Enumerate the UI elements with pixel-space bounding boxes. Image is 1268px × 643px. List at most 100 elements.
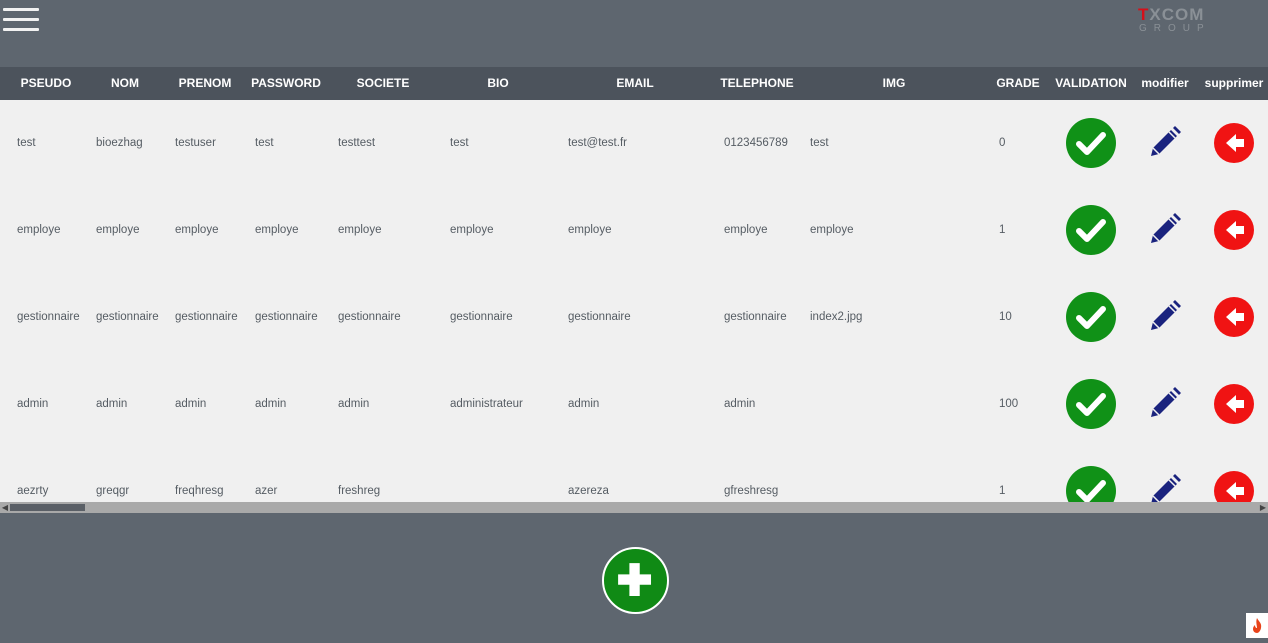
cell-password: test [255,137,274,149]
column-header-supprimer: supprimer [1204,76,1264,90]
edit-button[interactable] [1147,124,1183,160]
cell-societe: employe [338,224,382,236]
table-body: test bioezhag testuser test testtest tes… [0,100,1268,502]
edit-button[interactable] [1147,472,1183,502]
cell-telephone: gfreshresg [724,485,779,497]
cell-bio: administrateur [450,398,523,410]
cell-bio: gestionnaire [450,311,513,323]
validate-button[interactable] [1066,292,1116,342]
cell-grade: 1 [999,224,1006,236]
check-icon [1076,306,1106,329]
column-header-bio: BIO [487,76,509,90]
column-header-nom: NOM [111,76,139,90]
pencil-icon [1151,300,1181,330]
column-header-prenom: PRENOM [178,76,232,90]
cell-password: employe [255,224,299,236]
logo-letter-x: X [1149,5,1162,24]
pencil-icon [1151,126,1181,156]
scrollbar-thumb[interactable] [10,504,85,511]
column-header-password: PASSWORD [251,76,321,90]
check-icon [1076,480,1106,502]
delete-button[interactable] [1214,123,1254,163]
table-row: test bioezhag testuser test testtest tes… [0,100,1268,187]
cell-pseudo: aezrty [17,485,49,497]
add-user-button[interactable] [602,547,669,614]
cell-nom: admin [96,398,128,410]
delete-button[interactable] [1214,210,1254,250]
logo-letters-com: COM [1161,5,1205,24]
validate-button[interactable] [1066,466,1116,502]
company-logo: TXCOM GROUP [1136,5,1228,37]
top-bar: TXCOM GROUP [0,0,1268,67]
validate-button[interactable] [1066,379,1116,429]
check-icon [1076,219,1106,242]
flame-icon[interactable] [1246,613,1268,638]
cell-prenom: gestionnaire [175,311,238,323]
cell-prenom: admin [175,398,207,410]
cell-grade: 0 [999,137,1006,149]
cell-prenom: testuser [175,137,216,149]
logo-letter-t: T [1138,5,1150,24]
check-icon [1076,393,1106,416]
cell-email: azereza [568,485,609,497]
pencil-icon [1151,387,1181,417]
arrow-left-icon [1226,134,1244,152]
pencil-icon [1151,213,1181,243]
cell-nom: gestionnaire [96,311,159,323]
hamburger-menu-icon[interactable] [3,8,39,34]
scroll-left-icon[interactable]: ◀ [0,502,10,513]
cell-grade: 1 [999,485,1006,497]
cell-img: test [810,137,829,149]
logo-subtitle: GROUP [1139,23,1211,34]
delete-button[interactable] [1214,471,1254,502]
cell-societe: testtest [338,137,376,149]
cell-grade: 100 [999,398,1019,410]
table-header: PSEUDO NOM PRENOM PASSWORD SOCIETE BIO E… [0,67,1268,100]
table-row: employe employe employe employe employe … [0,187,1268,274]
cell-societe: freshreg [338,485,381,497]
cell-nom: employe [96,224,140,236]
horizontal-scrollbar[interactable]: ◀ ▶ [0,502,1268,513]
users-table: PSEUDO NOM PRENOM PASSWORD SOCIETE BIO E… [0,67,1268,513]
cell-telephone: 0123456789 [724,137,788,149]
arrow-left-icon [1226,482,1244,500]
check-icon [1076,132,1106,155]
edit-button[interactable] [1147,211,1183,247]
column-header-modifier: modifier [1141,76,1189,90]
cell-telephone: employe [724,224,768,236]
delete-button[interactable] [1214,384,1254,424]
cell-telephone: admin [724,398,756,410]
cell-password: azer [255,485,278,497]
cell-telephone: gestionnaire [724,311,787,323]
column-header-pseudo: PSEUDO [20,76,72,90]
cell-prenom: employe [175,224,219,236]
plus-icon [618,563,652,597]
cell-email: employe [568,224,612,236]
cell-nom: greqgr [96,485,130,497]
arrow-left-icon [1226,221,1244,239]
delete-button[interactable] [1214,297,1254,337]
column-header-img: IMG [882,76,906,90]
column-header-grade: GRADE [996,76,1040,90]
cell-societe: gestionnaire [338,311,401,323]
cell-email: gestionnaire [568,311,631,323]
arrow-left-icon [1226,308,1244,326]
column-header-telephone: TELEPHONE [720,76,794,90]
validate-button[interactable] [1066,118,1116,168]
cell-email: test@test.fr [568,137,627,149]
cell-bio: test [450,137,469,149]
column-header-societe: SOCIETE [356,76,410,90]
cell-nom: bioezhag [96,137,143,149]
cell-password: admin [255,398,287,410]
edit-button[interactable] [1147,385,1183,421]
cell-email: admin [568,398,600,410]
edit-button[interactable] [1147,298,1183,334]
column-header-validation: VALIDATION [1055,76,1127,90]
validate-button[interactable] [1066,205,1116,255]
table-row: gestionnaire gestionnaire gestionnaire g… [0,274,1268,361]
cell-img: employe [810,224,854,236]
scroll-right-icon[interactable]: ▶ [1258,502,1268,513]
table-row: admin admin admin admin admin administra… [0,361,1268,448]
cell-img: index2.jpg [810,311,863,323]
cell-pseudo: employe [17,224,61,236]
